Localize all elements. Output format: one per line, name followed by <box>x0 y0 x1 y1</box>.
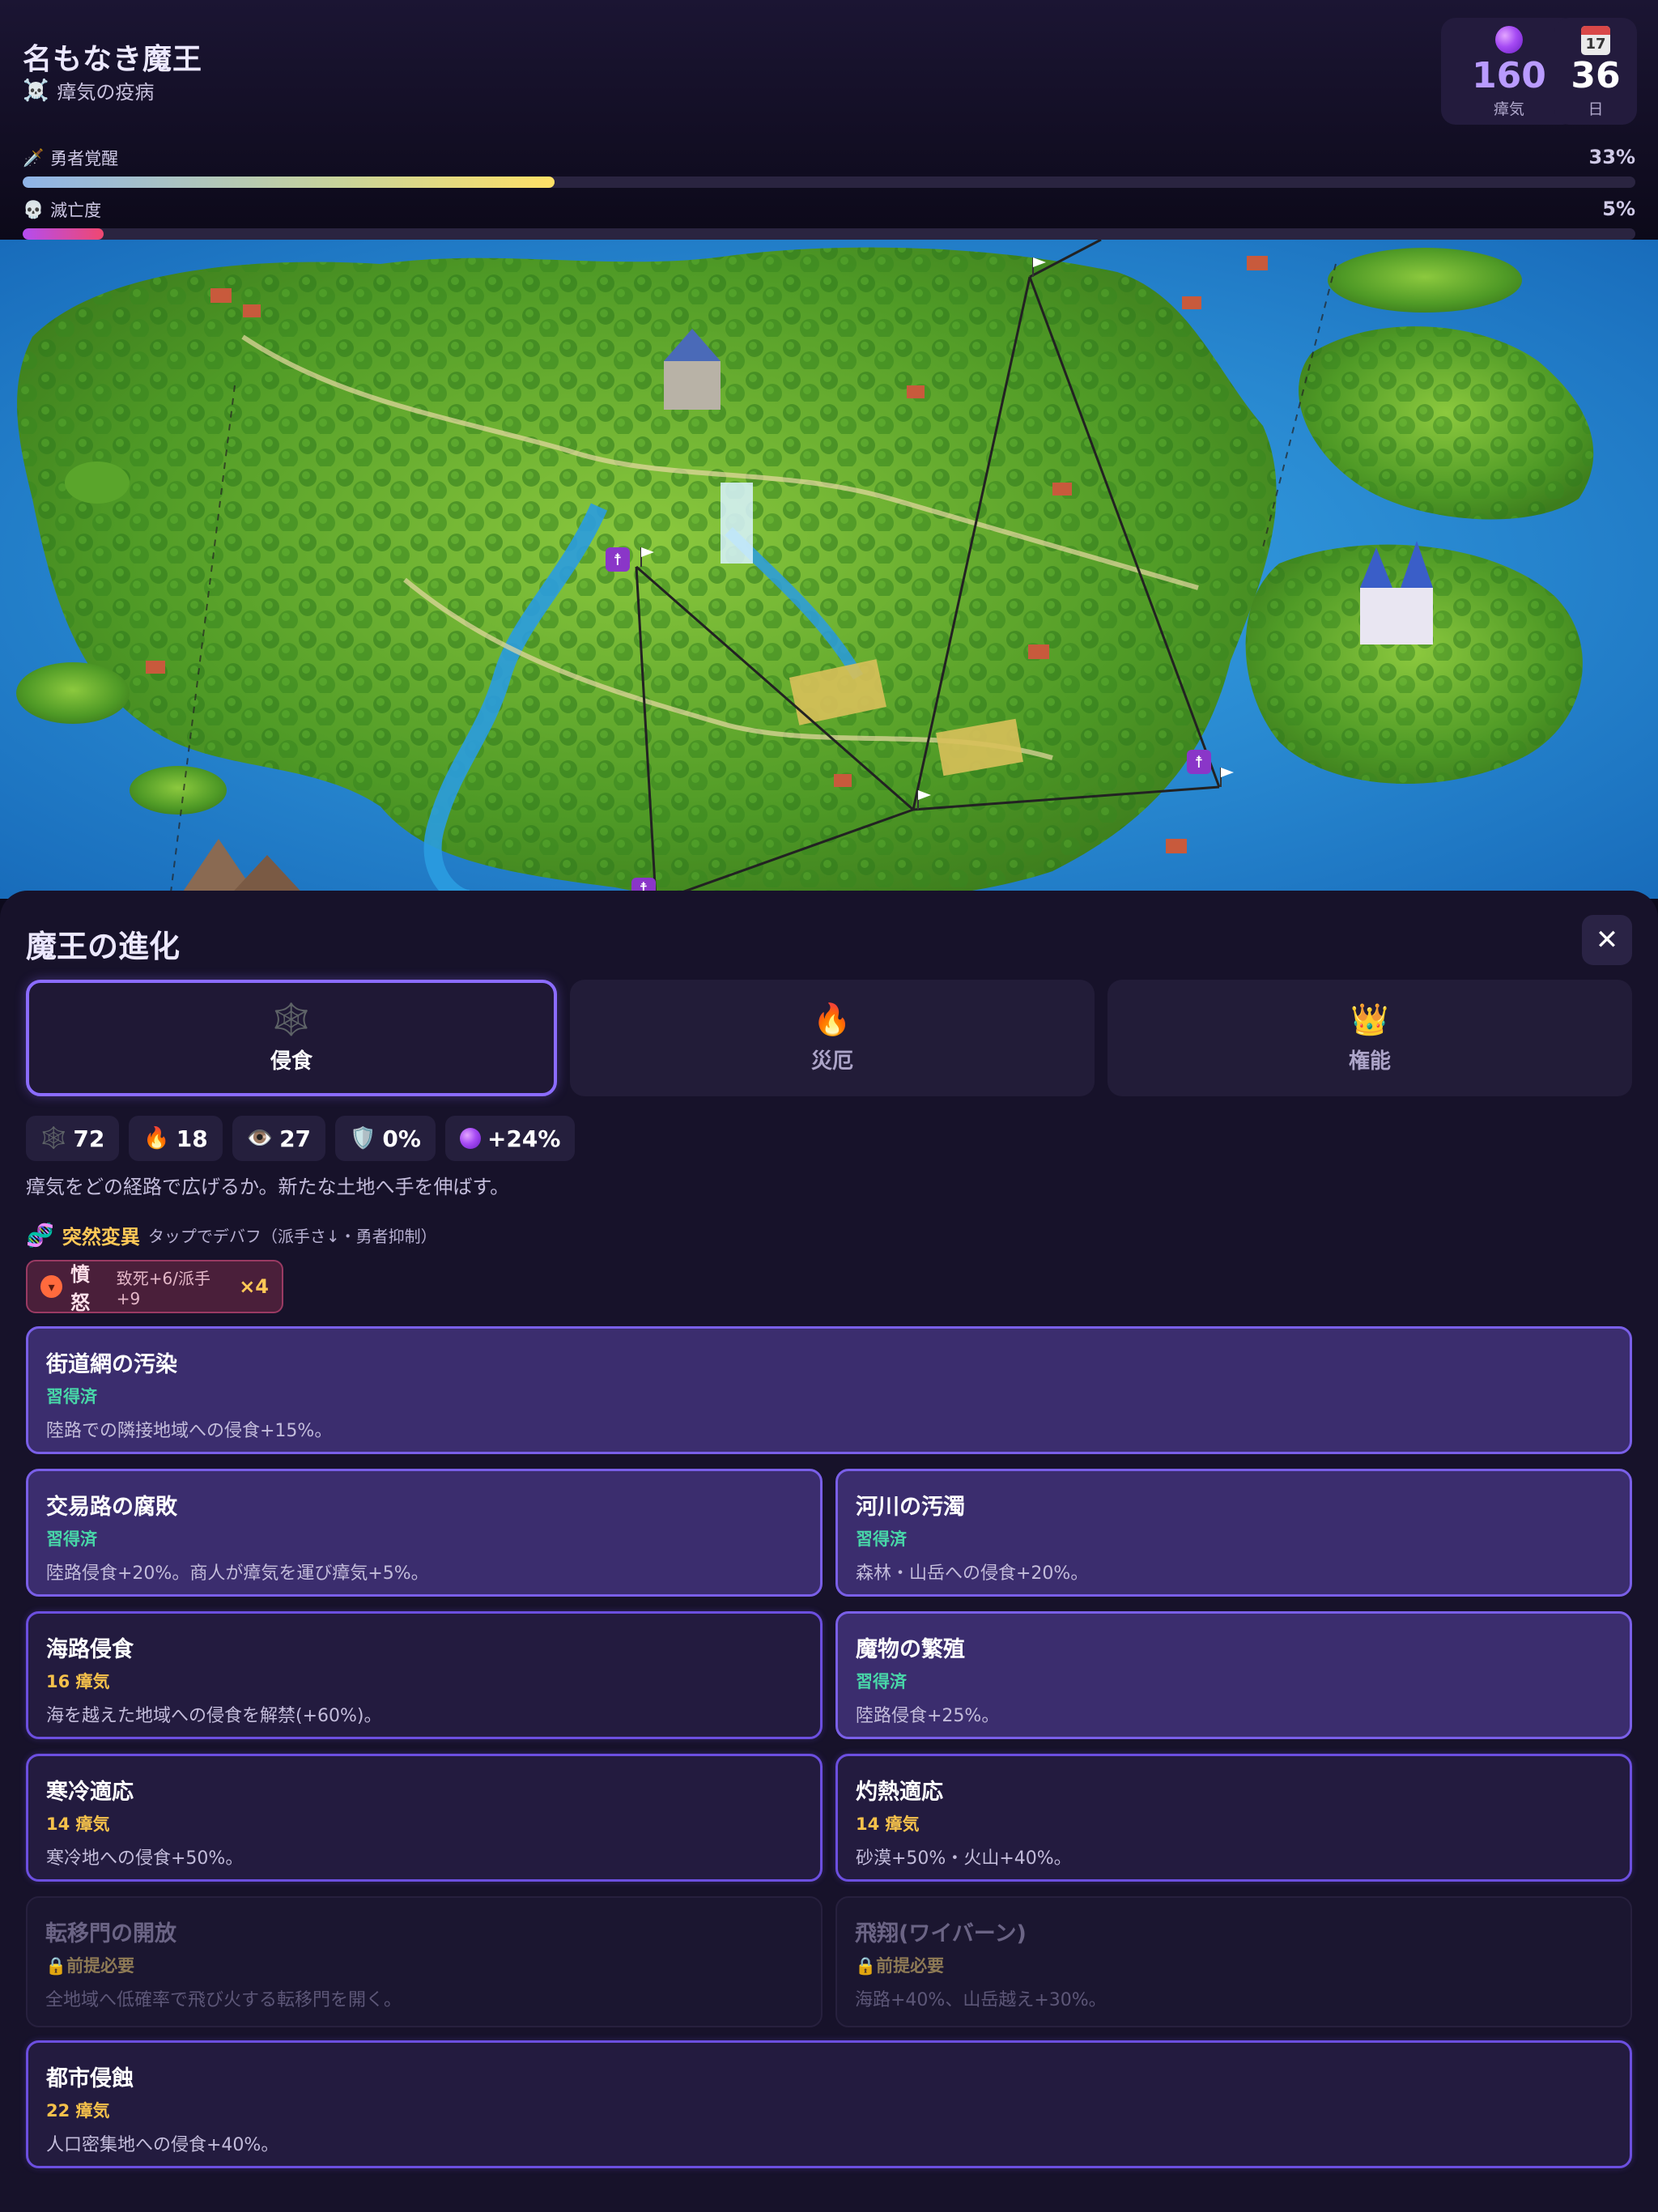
demon-lord-name: 名もなき魔王 <box>23 43 203 76</box>
hero-awakening-percent: 33% <box>1588 146 1635 168</box>
skill-status: 習得済 <box>856 1529 907 1549</box>
skill-cost: 16 瘴気 <box>46 1672 110 1691</box>
close-icon: ✕ <box>1595 924 1619 956</box>
skill-description: 森林・山岳への侵食+20%。 <box>856 1563 1089 1584</box>
skill-description: 陸路での隣接地域への侵食+15%。 <box>46 1421 333 1441</box>
skill-card-monster-breeding[interactable]: 魔物の繁殖 習得済 陸路侵食+25%。 <box>835 1611 1632 1739</box>
day-value: 36 <box>1571 55 1621 96</box>
mutation-hint: タップでデバフ（派手さ↓・勇者抑制） <box>147 1227 437 1246</box>
infectivity-chip: 🕸️ 72 <box>26 1116 120 1161</box>
skill-cost: 14 瘴気 <box>46 1814 110 1834</box>
skill-description: 砂漠+50%・火山+40%。 <box>856 1848 1072 1869</box>
skill-card-river-pollution[interactable]: 河川の汚濁 習得済 森林・山岳への侵食+20%。 <box>835 1469 1632 1597</box>
tab-label: 侵食 <box>270 1049 312 1074</box>
skill-card-heat-adaptation[interactable]: 灼熱適応 14 瘴気 砂漠+50%・火山+40%。 <box>835 1754 1632 1882</box>
skill-lock-status: 🔒前提必要 <box>45 1956 135 1976</box>
skill-lock-status: 🔒前提必要 <box>855 1956 945 1976</box>
web-icon: 🕸️ <box>40 1126 67 1151</box>
close-button[interactable]: ✕ <box>1582 915 1632 965</box>
hero-awakening-meter: 🗡️ 勇者覚醒 33% <box>23 146 1635 188</box>
destruction-percent: 5% <box>1602 198 1635 220</box>
dna-icon: 🧬 <box>26 1222 54 1249</box>
plague-type: ☠️ 瘴気の疫病 <box>23 76 154 104</box>
tab-calamity[interactable]: 🔥 災厄 <box>570 980 1095 1096</box>
plague-type-label: 瘴気の疫病 <box>57 81 155 104</box>
world-map-image[interactable]: ☨ ☨ ☨ <box>0 240 1658 899</box>
skill-status: 習得済 <box>46 1387 97 1406</box>
skill-card-sea-route[interactable]: 海路侵食 16 瘴気 海を越えた地域への侵食を解禁(+60%)。 <box>26 1611 823 1739</box>
svg-text:☨: ☨ <box>1195 752 1204 772</box>
crown-icon: 👑 <box>1350 1001 1389 1037</box>
skull-crossbones-icon: ☠️ <box>23 78 49 103</box>
web-icon: 🕸️ <box>272 1001 311 1037</box>
skill-description: 陸路侵食+25%。 <box>856 1706 1000 1726</box>
rage-effect: 致死+6/派手+9 <box>116 1268 210 1308</box>
rage-count: ×4 <box>239 1275 269 1298</box>
mutation-title: 突然変異 <box>62 1226 140 1249</box>
miasma-value: 160 <box>1472 55 1546 96</box>
miasma-label: 瘴気 <box>1493 100 1524 118</box>
fire-icon: 🔥 <box>813 1001 852 1037</box>
miasma-bonus-chip: +24% <box>444 1116 576 1161</box>
skill-cost: 14 瘴気 <box>856 1814 920 1834</box>
destruction-meter: 💀 滅亡度 5% <box>23 198 1635 240</box>
evolution-tabs: 🕸️ 侵食 🔥 災厄 👑 権能 <box>26 980 1632 1096</box>
hero-awakening-fill <box>23 177 555 188</box>
skill-status: 習得済 <box>856 1672 907 1691</box>
svg-text:☨: ☨ <box>614 550 623 569</box>
visibility-chip: 👁️ 27 <box>232 1116 326 1161</box>
skill-cost: 22 瘴気 <box>46 2101 110 2121</box>
destruction-label: 滅亡度 <box>50 201 102 220</box>
eye-icon: 👁️ <box>246 1126 274 1151</box>
skill-card-wyvern: 飛翔(ワイバーン) 🔒前提必要 海路+40%、山岳越え+30%。 <box>835 1896 1632 2027</box>
tab-label: 権能 <box>1348 1049 1391 1074</box>
tab-authority[interactable]: 👑 権能 <box>1107 980 1632 1096</box>
world-map[interactable]: ☨ ☨ ☨ <box>0 240 1658 899</box>
rage-mutation-button[interactable]: ▾ 憤怒 致死+6/派手+9 ×4 <box>26 1260 283 1314</box>
skill-card-cold-adaptation[interactable]: 寒冷適応 14 瘴気 寒冷地への侵食+50%。 <box>26 1754 823 1882</box>
skill-description: 人口密集地への侵食+40%。 <box>46 2135 279 2155</box>
skill-description: 寒冷地への侵食+50%。 <box>46 1848 244 1869</box>
sword-icon: 🗡️ <box>23 147 45 168</box>
skill-description: 海路+40%、山岳越え+30%。 <box>855 1990 1107 2010</box>
miasma-orb-icon <box>1495 26 1523 53</box>
skill-card-road-pollution[interactable]: 街道網の汚染 習得済 陸路での隣接地域への侵食+15%。 <box>26 1326 1632 1454</box>
evolution-panel: 魔王の進化 ✕ 🕸️ 侵食 🔥 災厄 👑 権能 🕸️ 72 🔥 18 👁️ 27 <box>0 891 1658 2212</box>
skill-card-portal: 転移門の開放 🔒前提必要 全地域へ低確率で飛び火する転移門を開く。 <box>26 1896 823 2027</box>
lethality-chip: 🔥 18 <box>129 1116 223 1161</box>
skill-description: 陸路侵食+20%。商人が瘴気を運び瘴気+5%。 <box>46 1563 429 1584</box>
panel-title: 魔王の進化 <box>26 929 181 964</box>
resistance-chip: 🛡️ 0% <box>335 1116 436 1161</box>
day-counter: 17 36 日 <box>1554 18 1637 125</box>
shield-icon: 🛡️ <box>350 1126 376 1151</box>
mutation-header: 🧬 突然変異 タップでデバフ（派手さ↓・勇者抑制） <box>26 1221 437 1249</box>
miasma-orb-icon <box>459 1128 481 1149</box>
skill-card-trade-route[interactable]: 交易路の腐敗 習得済 陸路侵食+20%。商人が瘴気を運び瘴気+5%。 <box>26 1469 823 1597</box>
skill-status: 習得済 <box>46 1529 97 1549</box>
tab-description: 瘴気をどの経路で広げるか。新たな土地へ手を伸ばす。 <box>26 1176 510 1198</box>
rage-name: 憤怒 <box>70 1263 91 1314</box>
stat-chips: 🕸️ 72 🔥 18 👁️ 27 🛡️ 0% +24% <box>26 1116 576 1161</box>
day-label: 日 <box>1588 100 1604 118</box>
angry-face-icon: ▾ <box>40 1275 63 1298</box>
skill-description: 全地域へ低確率で飛び火する転移門を開く。 <box>45 1990 402 2010</box>
fire-icon: 🔥 <box>143 1126 170 1151</box>
top-status-bar: 名もなき魔王 ☠️ 瘴気の疫病 160 瘴気 17 36 日 🗡️ 勇者覚醒 3… <box>0 0 1658 240</box>
destruction-fill <box>23 228 104 240</box>
tab-label: 災厄 <box>810 1049 853 1074</box>
skull-icon: 💀 <box>23 199 45 219</box>
skill-description: 海を越えた地域への侵食を解禁(+60%)。 <box>46 1706 382 1726</box>
tab-erosion[interactable]: 🕸️ 侵食 <box>26 980 557 1096</box>
calendar-icon: 17 <box>1581 26 1610 55</box>
hero-awakening-label: 勇者覚醒 <box>50 149 119 168</box>
skill-card-city-erosion[interactable]: 都市侵蝕 22 瘴気 人口密集地への侵食+40%。 <box>26 2040 1632 2168</box>
